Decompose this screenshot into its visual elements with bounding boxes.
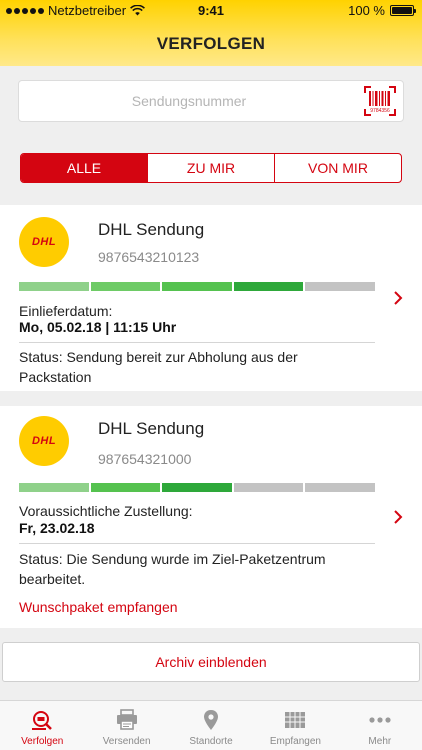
shipment-status: Status: Die Sendung wurde im Ziel-Paketz… [19, 551, 326, 587]
shipment-number: 9876543210123 [98, 249, 200, 265]
dhl-logo: DHL [19, 416, 69, 466]
divider [19, 543, 375, 544]
filter-tab-alle[interactable]: ALLE [21, 154, 147, 182]
show-archive-button[interactable]: Archiv einblenden [2, 642, 420, 682]
date-value: Mo, 05.02.18 | 11:15 Uhr [19, 319, 177, 335]
search-bar: 9784356 [18, 80, 404, 122]
tab-label: Standorte [189, 736, 233, 747]
location-pin-icon [204, 710, 219, 730]
shipment-status: Status: Sendung bereit zur Abholung aus … [19, 349, 298, 385]
tab-label: Mehr [368, 736, 392, 747]
tab-empfangen[interactable]: Empfangen [253, 701, 337, 750]
tab-versenden[interactable]: Versenden [84, 701, 168, 750]
shipment-progress-bar [19, 483, 375, 492]
track-icon [32, 711, 53, 730]
tab-verfolgen[interactable]: Verfolgen [0, 701, 84, 750]
chevron-right-icon[interactable] [392, 509, 404, 525]
chevron-right-icon[interactable] [392, 290, 404, 306]
filter-tab-zu-mir[interactable]: ZU MIR [147, 154, 274, 182]
shipment-progress-bar [19, 282, 375, 291]
tab-label: Versenden [102, 736, 151, 747]
status-bar: Netzbetreiber 9:41 100 % [0, 0, 422, 22]
wunschpaket-link[interactable]: Wunschpaket empfangen [19, 599, 178, 615]
status-battery-group: 100 % [348, 3, 416, 18]
divider [19, 342, 375, 343]
tab-standorte[interactable]: Standorte [169, 701, 253, 750]
dhl-logo: DHL [19, 217, 69, 267]
tab-label: Verfolgen [21, 736, 64, 747]
shipment-card[interactable]: DHL DHL Sendung 987654321000 Voraussicht… [0, 406, 422, 628]
date-label: Einlieferdatum: [19, 303, 113, 319]
filter-tab-von-mir[interactable]: VON MIR [274, 154, 401, 182]
tracking-number-input[interactable] [19, 81, 359, 121]
printer-icon [116, 709, 137, 730]
date-label: Voraussichtliche Zustellung: [19, 503, 193, 519]
shipment-title: DHL Sendung [98, 220, 205, 239]
more-dots-icon [369, 717, 391, 723]
battery-percent: 100 % [348, 3, 385, 18]
header: Netzbetreiber 9:41 100 % VERFOLGEN [0, 0, 422, 66]
page-title: VERFOLGEN [156, 34, 266, 53]
battery-icon [390, 5, 416, 16]
barcode-scan-icon[interactable]: 9784356 [363, 85, 397, 117]
tab-mehr[interactable]: Mehr [338, 701, 422, 750]
shipment-card[interactable]: DHL DHL Sendung 9876543210123 Einlieferd… [0, 205, 422, 391]
date-value: Fr, 23.02.18 [19, 520, 95, 536]
parcel-locker-icon [285, 712, 306, 728]
tab-label: Empfangen [269, 736, 321, 747]
svg-text:9784356: 9784356 [370, 108, 390, 114]
shipment-title: DHL Sendung [98, 419, 205, 438]
shipment-filter: ALLE ZU MIR VON MIR [20, 153, 402, 183]
shipment-number: 987654321000 [98, 451, 192, 467]
tab-bar: Verfolgen Versenden Standorte Empfangen … [0, 700, 422, 750]
